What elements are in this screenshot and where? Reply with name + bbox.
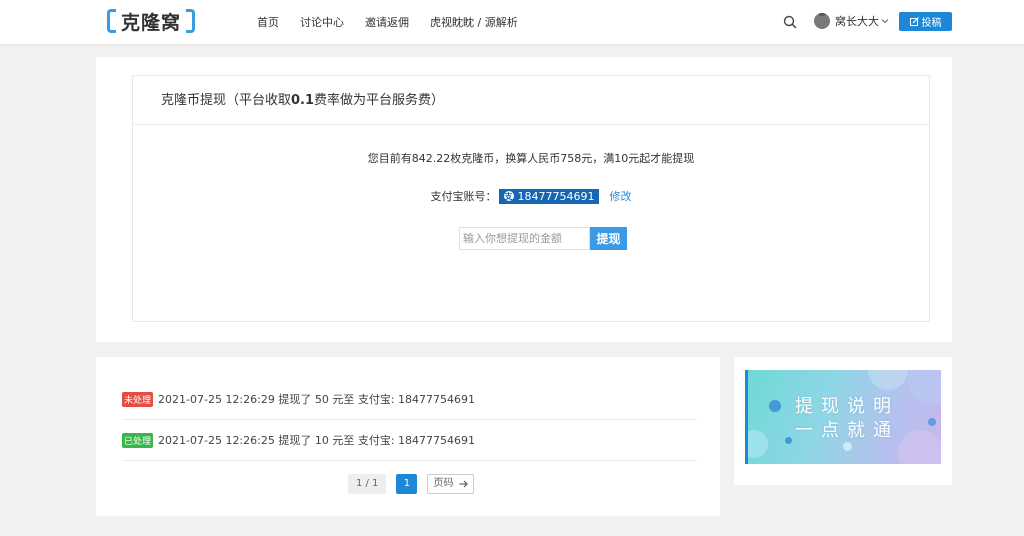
sidebar: 提现说明 一点就通 [734,357,952,485]
withdraw-button[interactable]: 提现 [590,227,627,250]
logo-bracket-right [186,9,196,33]
alipay-icon: 支 [503,191,514,201]
edit-icon [909,17,919,26]
banner-line-2: 一点就通 [795,420,899,441]
withdraw-title: 克隆币提现（平台收取0.1费率做为平台服务费） [133,76,929,125]
title-suffix: 费率做为平台服务费） [314,93,445,108]
list-item: 已处理 2021-07-25 12:26:25 提现了 10 元至 支付宝: 1… [122,420,697,461]
post-button[interactable]: 投稿 [899,12,952,31]
main-nav: 首页 讨论中心 邀请返佣 虎视眈眈 / 源解析 [257,0,539,44]
alipay-label: 支付宝账号： [430,190,497,203]
logo-text: 克隆窝 [121,11,182,34]
site-header: 克隆窝 首页 讨论中心 邀请返佣 虎视眈眈 / 源解析 窝长大大 投稿 [0,0,1024,44]
post-button-label: 投稿 [921,18,942,29]
page-info: 1 / 1 [348,474,387,494]
decor-dot [769,400,781,412]
list-item: 未处理 2021-07-25 12:26:29 提现了 50 元至 支付宝: 1… [122,379,697,420]
avatar [814,13,830,29]
alipay-account: 支 18477754691 [498,188,600,204]
user-name: 窝长大大 [835,15,879,28]
logo-bracket-left [107,9,116,33]
decor-dot [843,442,852,451]
search-icon[interactable] [783,15,797,29]
title-rate: 0.1 [291,93,315,108]
record-text: 2021-07-25 12:26:25 提现了 10 元至 支付宝: 18477… [158,434,476,447]
title-prefix: 克隆币提现（平台收取 [161,93,292,108]
status-badge: 已处理 [122,432,154,448]
banner-line-1: 提现说明 [795,396,899,417]
balance-text: 您目前有842.22枚克隆币，换算人民币758元，满10元起才能提现 [367,152,695,165]
decor-dot [868,370,908,390]
user-menu[interactable]: 窝长大大 [814,13,889,29]
withdraw-records: 未处理 2021-07-25 12:26:29 提现了 50 元至 支付宝: 1… [96,357,720,516]
withdraw-guide-banner[interactable]: 提现说明 一点就通 [745,370,941,464]
nav-item-invite[interactable]: 邀请返佣 [365,14,409,30]
decor-dot [748,430,768,458]
decor-dot [908,370,941,405]
decor-dot [928,418,936,426]
alipay-account-number: 18477754691 [517,189,595,203]
status-badge: 未处理 [122,391,154,407]
withdraw-panel: 克隆币提现（平台收取0.1费率做为平台服务费） 您目前有842.22枚克隆币，换… [96,57,952,342]
edit-account-link[interactable]: 修改 [609,188,631,204]
page-jump-label: 页码 [433,478,454,489]
page-jump-button[interactable]: 页码 [427,474,475,494]
site-logo[interactable]: 克隆窝 [107,8,196,34]
pagination: 1 / 1 1 页码 [348,474,475,494]
amount-input[interactable] [459,227,590,250]
page-number-current[interactable]: 1 [396,474,418,494]
arrow-right-icon [459,480,469,488]
record-text: 2021-07-25 12:26:29 提现了 50 元至 支付宝: 18477… [158,393,476,406]
withdraw-card: 克隆币提现（平台收取0.1费率做为平台服务费） 您目前有842.22枚克隆币，换… [132,75,930,322]
chevron-down-icon [881,19,889,24]
decor-dot [785,437,792,444]
nav-item-discussion[interactable]: 讨论中心 [300,14,344,30]
nav-item-source-analysis[interactable]: 虎视眈眈 / 源解析 [430,14,518,30]
decor-dot [898,430,941,464]
nav-item-home[interactable]: 首页 [257,14,279,30]
alipay-row: 支付宝账号： 支 18477754691 修改 [133,188,929,204]
withdraw-form: 提现 [459,227,627,250]
